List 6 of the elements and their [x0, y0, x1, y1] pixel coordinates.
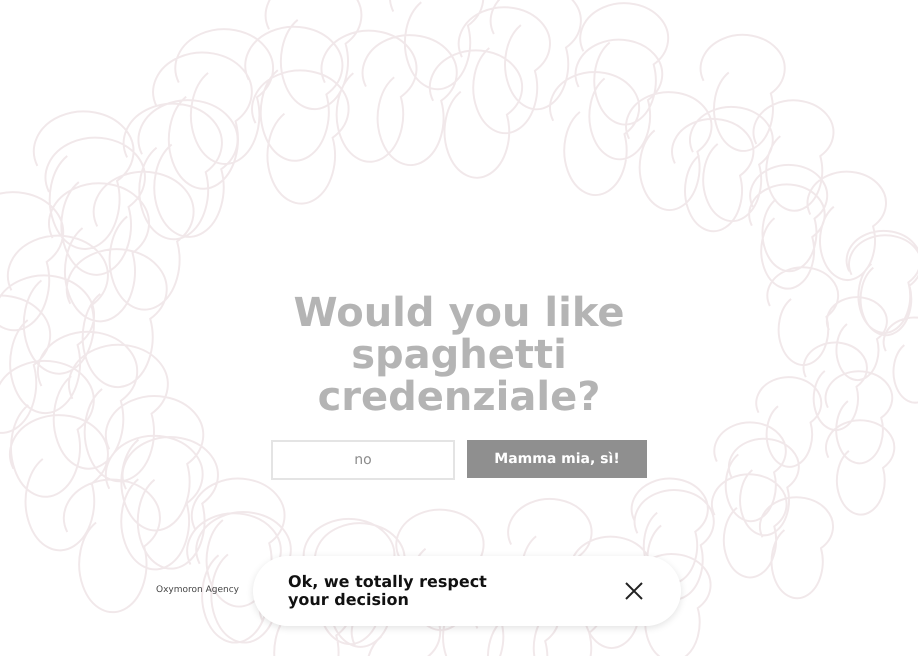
- decline-button[interactable]: no: [271, 440, 455, 480]
- close-button[interactable]: [622, 580, 645, 602]
- agency-label: Oxymoron Agency: [156, 584, 239, 598]
- toast-message: Ok, we totally respect your decision: [288, 573, 488, 609]
- heading: Would you like spaghetti credenziale?: [292, 292, 626, 418]
- confirm-button[interactable]: Mamma mia, sì!: [467, 440, 647, 478]
